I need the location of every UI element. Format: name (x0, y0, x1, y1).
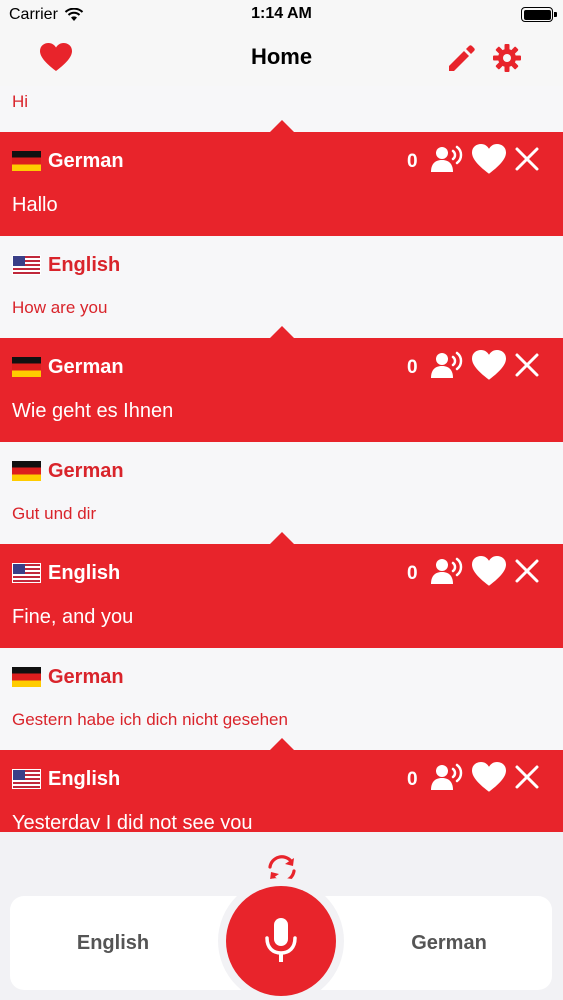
target-language: English (12, 560, 120, 586)
germany-flag-icon (12, 461, 41, 481)
usa-flag-icon (12, 255, 41, 275)
source-text: Gestern habe ich dich nicht gesehen (12, 710, 288, 729)
status-time: 1:14 AM (251, 5, 312, 22)
favorite-heart-icon[interactable] (472, 350, 506, 380)
close-icon[interactable] (513, 556, 541, 586)
close-icon[interactable] (513, 762, 541, 792)
translated-text: Fine, and you (12, 606, 134, 628)
play-count: 0 (407, 151, 418, 172)
translated-phrase: English 0 Yesterday I did not see you (0, 738, 563, 830)
conversation-item: English How are you German 0 Wie geht es Ihn… (0, 236, 563, 442)
conversation-item: German Gestern habe ich dich nicht gesehe… (0, 648, 563, 830)
status-bar: Carrier 1:14 AM (0, 0, 563, 30)
play-count: 0 (407, 769, 418, 790)
target-language-label: German (48, 355, 124, 378)
source-language: English (12, 252, 120, 278)
usa-flag-icon (12, 563, 41, 583)
settings-gear-icon[interactable] (492, 43, 522, 73)
source-language-label: German (48, 665, 124, 688)
translated-text: Wie geht es Ihnen (12, 400, 174, 422)
play-count: 0 (407, 563, 418, 584)
source-language: German (12, 664, 124, 690)
microphone-icon (265, 918, 297, 962)
translated-phrase: English 0 Fine, and you (0, 532, 563, 648)
microphone-button[interactable] (226, 886, 336, 996)
speaker-person-icon[interactable] (431, 556, 465, 586)
translated-phrase: German 0 Wie geht es Ihnen (0, 326, 563, 442)
favorite-heart-icon[interactable] (472, 762, 506, 792)
germany-flag-icon (12, 667, 41, 687)
translated-text: Yesterday I did not see you (12, 812, 253, 830)
source-language-label: German (48, 459, 124, 482)
source-text: How are you (12, 298, 108, 317)
target-language-label: English (48, 767, 121, 790)
source-language: German (12, 458, 124, 484)
nav-bar: Home (0, 30, 563, 86)
conversation-list[interactable]: English Hi German 0 Hallo English How are you G… (0, 86, 563, 830)
source-language-label: English (48, 253, 121, 276)
bottom-panel: English German (0, 832, 563, 1000)
germany-flag-icon (12, 357, 41, 377)
target-language: German (12, 354, 124, 380)
speaker-person-icon[interactable] (431, 350, 465, 380)
right-language-button[interactable]: German (346, 932, 552, 955)
usa-flag-icon (12, 769, 41, 789)
close-icon[interactable] (513, 144, 541, 174)
battery-icon (521, 7, 557, 22)
source-phrase: German Gut und dir (0, 442, 563, 544)
favorite-heart-icon[interactable] (472, 144, 506, 174)
conversation-item: German Gut und dir English 0 Fine, and you (0, 442, 563, 648)
page-title: Home (250, 44, 313, 69)
speaker-person-icon[interactable] (431, 144, 465, 174)
left-language-button[interactable]: English (10, 932, 216, 955)
speaker-person-icon[interactable] (431, 762, 465, 792)
favorite-heart-icon[interactable] (472, 556, 506, 586)
target-language-label: German (48, 149, 124, 172)
edit-pencil-icon[interactable] (446, 43, 476, 73)
target-language: German (12, 148, 124, 174)
target-language: English (12, 766, 120, 792)
translated-phrase: German 0 Hallo (0, 120, 563, 236)
play-count: 0 (407, 357, 418, 378)
germany-flag-icon (12, 151, 41, 171)
source-phrase: German Gestern habe ich dich nicht gesehe… (0, 648, 563, 750)
translated-text: Hallo (12, 194, 58, 216)
close-icon[interactable] (513, 350, 541, 380)
target-language-label: English (48, 561, 121, 584)
conversation-item: EnglishHiGerman0Hallo (0, 86, 563, 236)
source-text: Hi (12, 92, 29, 111)
source-phrase: English How are you (0, 236, 563, 338)
source-text: Gut und dir (12, 504, 97, 523)
